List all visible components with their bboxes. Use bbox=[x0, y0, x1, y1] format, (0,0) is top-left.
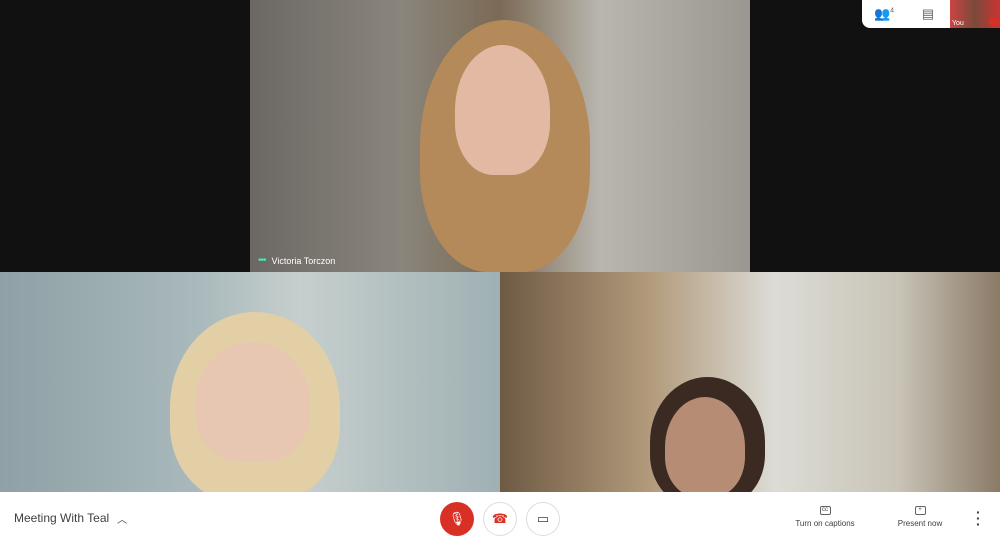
hang-up-icon: ☎︎ bbox=[491, 511, 509, 526]
chevron-up-icon: ︿ bbox=[117, 515, 128, 526]
camera-icon: ▭ bbox=[536, 511, 550, 526]
present-icon: + bbox=[914, 506, 926, 515]
participant-tile[interactable] bbox=[500, 272, 1000, 492]
people-count: 4 bbox=[890, 7, 895, 15]
mic-off-icon bbox=[989, 17, 998, 26]
people-icon: 👥 bbox=[873, 6, 891, 21]
top-right-panel: 👥4 ▤ You bbox=[862, 0, 1000, 28]
meeting-details-button[interactable]: Meeting With Teal ︿ bbox=[14, 511, 127, 526]
captions-label: Turn on captions bbox=[795, 519, 855, 528]
chat-button[interactable]: ▤ bbox=[906, 6, 950, 22]
participant-name: Victoria Torczon bbox=[271, 255, 336, 266]
present-label: Present now bbox=[897, 519, 943, 528]
more-options-button[interactable]: · · · bbox=[976, 505, 981, 531]
participant-face bbox=[665, 397, 745, 492]
participant-tile[interactable] bbox=[0, 272, 500, 492]
mic-off-icon: 🎙︎ bbox=[448, 511, 466, 526]
people-button[interactable]: 👥4 bbox=[862, 6, 906, 22]
more-vert-icon: · · · bbox=[976, 504, 981, 532]
present-now-button[interactable]: + Present now bbox=[890, 504, 950, 528]
speaking-indicator-icon: ••• bbox=[258, 255, 266, 266]
participant-face bbox=[455, 45, 550, 175]
captions-button[interactable]: cc Turn on captions bbox=[790, 504, 860, 528]
participant-face bbox=[195, 342, 310, 462]
captions-icon: cc bbox=[819, 506, 831, 515]
chat-icon: ▤ bbox=[921, 6, 935, 21]
bottom-bar: Meeting With Teal ︿ 🎙︎ ☎︎ ▭ cc Turn on cap… bbox=[0, 492, 1000, 545]
self-label: You bbox=[952, 20, 964, 27]
participant-name-label: ••• Victoria Torczon bbox=[258, 255, 335, 266]
mic-toggle-button[interactable]: 🎙︎ bbox=[440, 502, 474, 536]
meeting-title: Meeting With Teal bbox=[14, 511, 110, 525]
self-view[interactable]: You bbox=[950, 0, 1000, 28]
camera-toggle-button[interactable]: ▭ bbox=[526, 502, 560, 536]
participant-tile-victoria[interactable]: ••• Victoria Torczon bbox=[250, 0, 750, 272]
hang-up-button[interactable]: ☎︎ bbox=[483, 502, 517, 536]
